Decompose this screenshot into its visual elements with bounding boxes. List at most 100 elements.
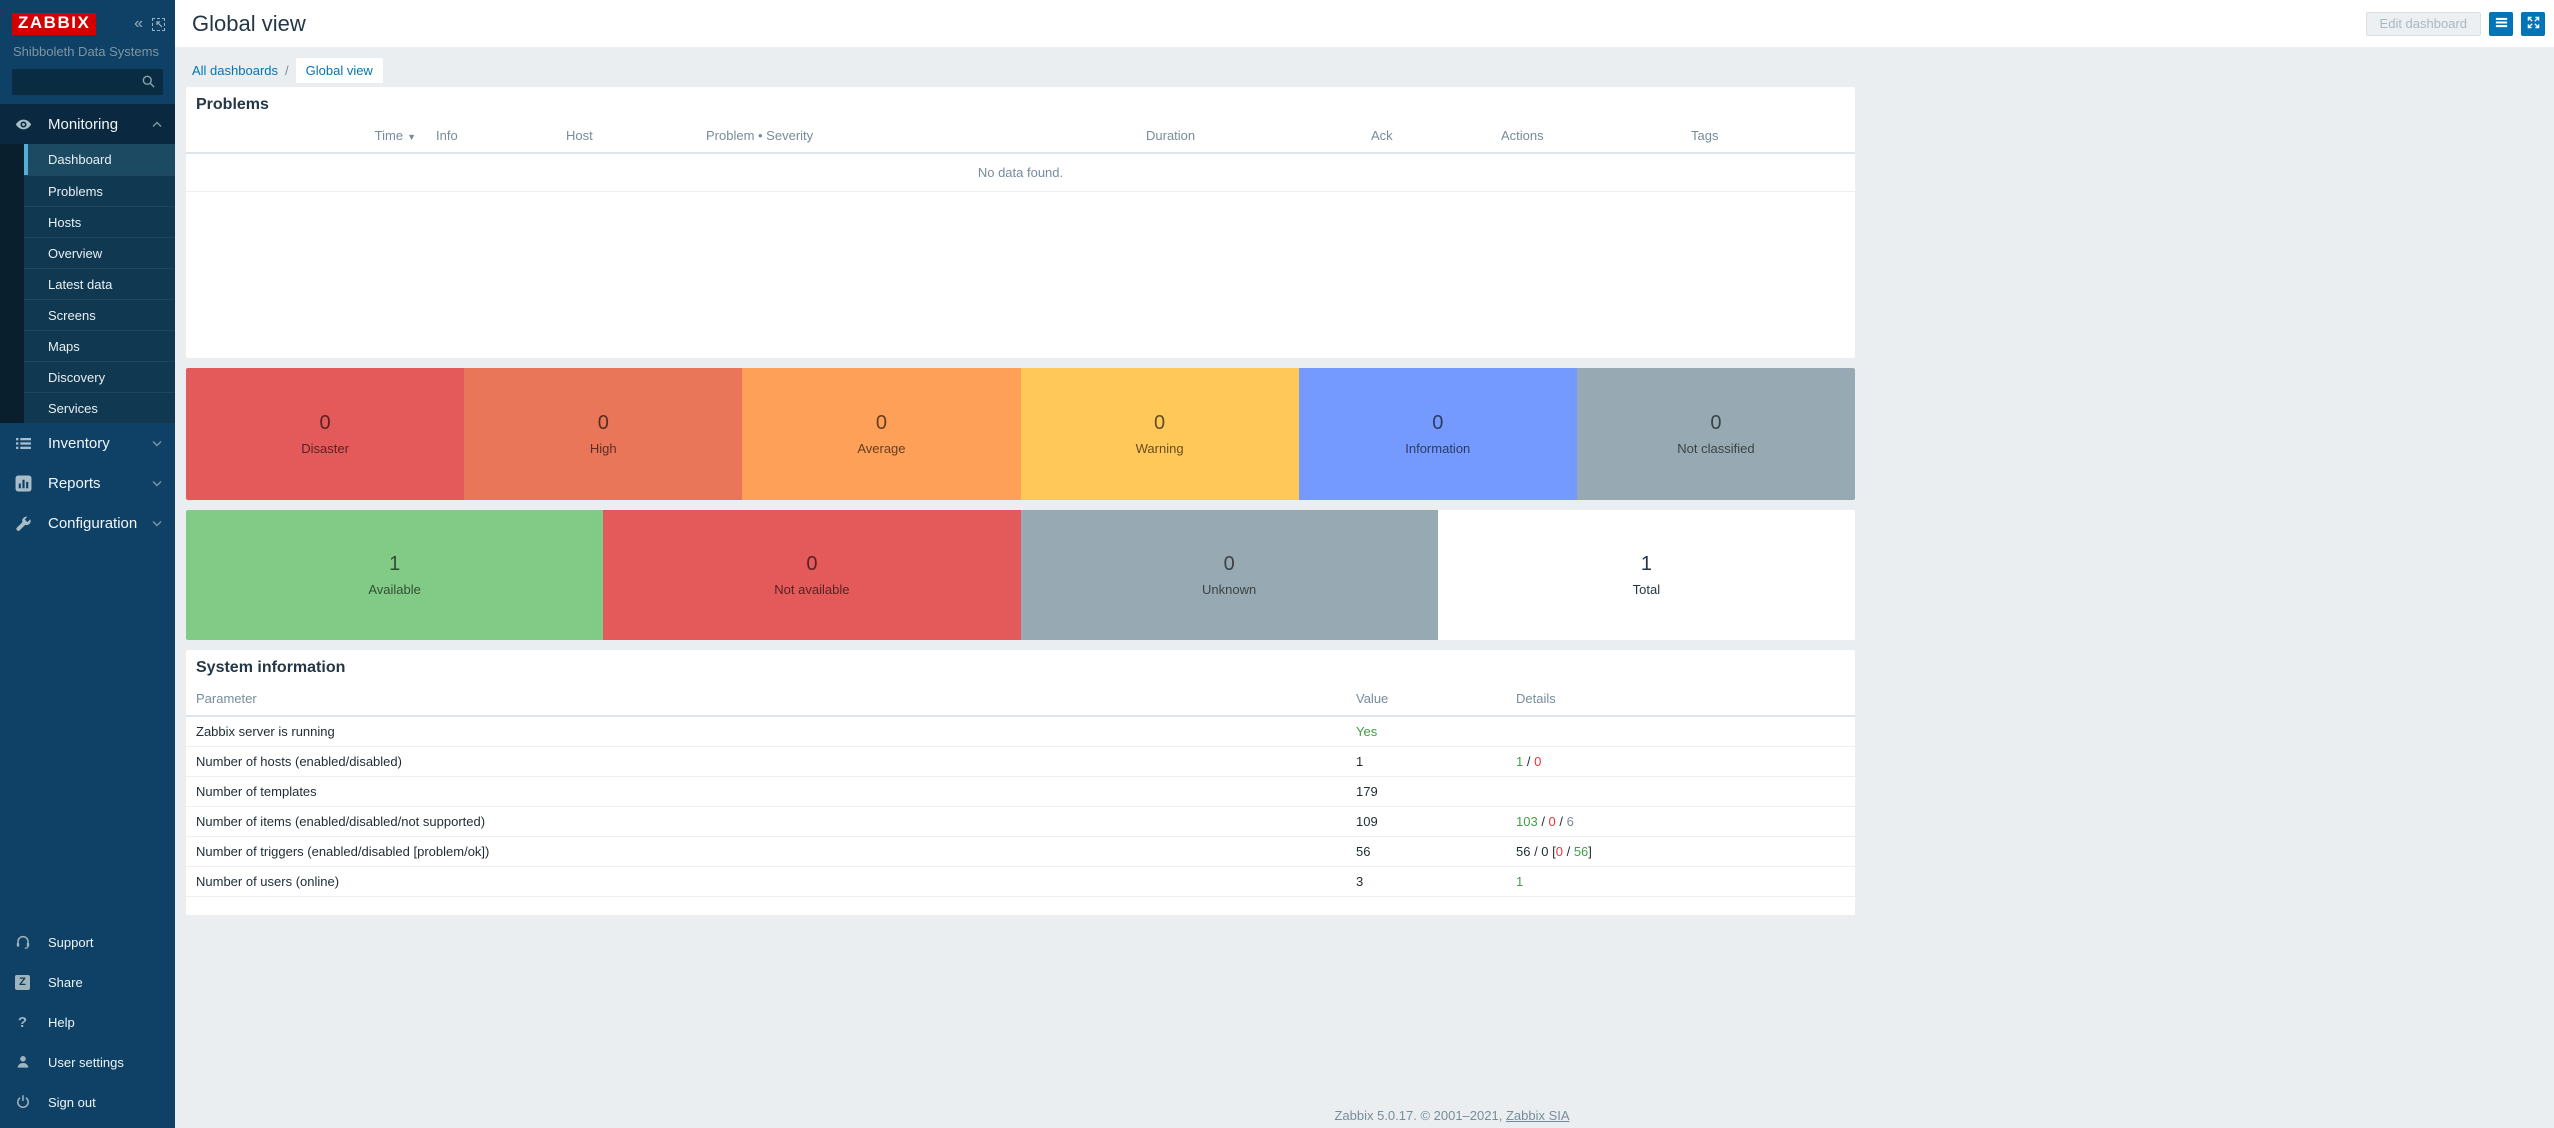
power-icon <box>14 1094 31 1111</box>
column-header-ack: Ack <box>1361 119 1491 153</box>
sort-desc-icon: ▼ <box>407 132 416 142</box>
logo-row: ZABBIX « <box>12 13 165 35</box>
parameter-cell: Zabbix server is running <box>186 716 1346 747</box>
dashboard-list-button[interactable] <box>2489 12 2513 36</box>
severity-block-not-classified: 0Not classified <box>1577 368 1855 500</box>
kiosk-mode-button[interactable] <box>2521 12 2545 36</box>
problems-by-severity-widget: 0Disaster0High0Average0Warning0Informati… <box>186 368 1855 500</box>
sidebar-section-label: Inventory <box>48 435 110 452</box>
severity-count: 0 <box>876 412 887 435</box>
severity-label: High <box>590 441 617 456</box>
sidebar-toggles: « <box>134 18 165 31</box>
sidebar: ZABBIX « Shibboleth Data Systems Monitor… <box>0 0 175 1128</box>
header-actions: Edit dashboard <box>2366 12 2545 36</box>
sidebar-item-sign-out[interactable]: Sign out <box>0 1082 175 1122</box>
sidebar-item-latest-data[interactable]: Latest data <box>0 268 175 299</box>
column-header-details: Details <box>1506 682 1855 716</box>
availability-label: Unknown <box>1202 582 1256 597</box>
table-row: Number of hosts (enabled/disabled)11 / 0 <box>186 747 1855 777</box>
severity-block-high: 0 High <box>464 368 742 500</box>
availability-label: Total <box>1633 582 1660 597</box>
severity-label: Warning <box>1136 441 1184 456</box>
availability-count: 1 <box>389 553 400 576</box>
breadcrumb-current[interactable]: Global view <box>296 58 383 83</box>
availability-count: 0 <box>806 553 817 576</box>
sidebar-section-monitoring: MonitoringDashboard Problems Hosts Overview… <box>0 104 175 423</box>
problems-table: Time▼InfoHostProblem • SeverityDurationA… <box>186 119 1855 192</box>
chevron-down-icon <box>152 480 162 487</box>
page-footer: Zabbix 5.0.17. © 2001–2021, Zabbix SIA <box>350 1108 2554 1123</box>
severity-block-information: 0Information <box>1299 368 1577 500</box>
column-header-actions: Actions <box>1491 119 1681 153</box>
zabbix-app: ZABBIX « Shibboleth Data Systems Monitor… <box>0 0 2554 1128</box>
sidebar-item-overview[interactable]: Overview <box>0 237 175 268</box>
sidebar-item-hosts[interactable]: Hosts <box>0 206 175 237</box>
hide-sidebar-icon[interactable] <box>152 18 165 31</box>
details-cell: 56 / 0 [0 / 56] <box>1506 837 1855 867</box>
wrench-icon <box>14 514 32 532</box>
value-cell: 3 <box>1346 867 1506 897</box>
user-icon <box>14 1054 31 1071</box>
sidebar-item-support[interactable]: Support <box>0 922 175 962</box>
sidebar-item-maps[interactable]: Maps <box>0 330 175 361</box>
zabbix-sia-link[interactable]: Zabbix SIA <box>1506 1108 1570 1123</box>
collapse-sidebar-icon[interactable]: « <box>134 18 143 30</box>
sidebar-item-dashboard[interactable]: Dashboard <box>0 144 175 175</box>
availability-block-available: 1Available <box>186 510 603 640</box>
sidebar-item-help[interactable]: ?Help <box>0 1002 175 1042</box>
sidebar-search <box>12 69 163 95</box>
severity-block-average: 0Average <box>742 368 1020 500</box>
bar-chart-icon <box>14 474 32 492</box>
availability-label: Not available <box>774 582 849 597</box>
problems-widget-title: Problems <box>186 87 1855 114</box>
sidebar-item-label: Overview <box>48 246 102 261</box>
sidebar-item-share[interactable]: ZShare <box>0 962 175 1002</box>
details-cell <box>1506 777 1855 807</box>
zabbix-logo[interactable]: ZABBIX <box>12 13 96 35</box>
column-header-time[interactable]: Time▼ <box>186 119 426 153</box>
sidebar-item-problems[interactable]: Problems <box>0 175 175 206</box>
value-cell: 109 <box>1346 807 1506 837</box>
edit-dashboard-button[interactable]: Edit dashboard <box>2366 12 2481 36</box>
sidebar-item-screens[interactable]: Screens <box>0 299 175 330</box>
breadcrumb-all-dashboards[interactable]: All dashboards <box>192 63 278 78</box>
sidebar-section-inventory: Inventory <box>0 423 175 463</box>
value-cell: 56 <box>1346 837 1506 867</box>
share-icon: Z <box>14 974 31 991</box>
severity-block-disaster: 0Disaster <box>186 368 464 500</box>
page-title: Global view <box>192 11 306 37</box>
search-icon[interactable] <box>141 74 156 89</box>
column-header-duration: Duration <box>1136 119 1361 153</box>
table-row: Number of items (enabled/disabled/not su… <box>186 807 1855 837</box>
parameter-cell: Number of hosts (enabled/disabled) <box>186 747 1346 777</box>
parameter-cell: Number of triggers (enabled/disabled [pr… <box>186 837 1346 867</box>
availability-count: 1 <box>1641 553 1652 576</box>
headset-icon <box>14 934 31 951</box>
table-row: Number of templates179 <box>186 777 1855 807</box>
hamburger-icon <box>2494 15 2509 33</box>
fullscreen-arrows-icon <box>2526 15 2541 33</box>
sidebar-section-header-configuration[interactable]: Configuration <box>0 503 175 543</box>
table-row: Number of users (online)31 <box>186 867 1855 897</box>
sidebar-item-discovery[interactable]: Discovery <box>0 361 175 392</box>
severity-label: Disaster <box>301 441 349 456</box>
severity-count: 0 <box>1432 412 1443 435</box>
page-header: Global view Edit dashboard <box>175 0 2554 47</box>
problems-widget: Problems Time▼InfoHostProblem • Severity… <box>186 87 1855 358</box>
sidebar-section-header-monitoring[interactable]: Monitoring <box>0 104 175 144</box>
sidebar-section-header-reports[interactable]: Reports <box>0 463 175 503</box>
sidebar-section-header-inventory[interactable]: Inventory <box>0 423 175 463</box>
sidebar-item-label: Problems <box>48 184 103 199</box>
breadcrumb: All dashboards / Global view <box>192 57 2554 83</box>
severity-count: 0 <box>598 412 609 435</box>
sidebar-item-label: User settings <box>48 1055 124 1070</box>
parameter-cell: Number of users (online) <box>186 867 1346 897</box>
table-row: No data found. <box>186 153 1855 192</box>
question-icon: ? <box>14 1014 31 1031</box>
sidebar-item-user-settings[interactable]: User settings <box>0 1042 175 1082</box>
availability-block-not-available: 0 Not available <box>603 510 1020 640</box>
sidebar-item-services[interactable]: Services <box>0 392 175 423</box>
sidebar-item-label: Services <box>48 401 98 416</box>
availability-block-total: 1 Total <box>1438 510 1855 640</box>
chevron-down-icon <box>152 440 162 447</box>
